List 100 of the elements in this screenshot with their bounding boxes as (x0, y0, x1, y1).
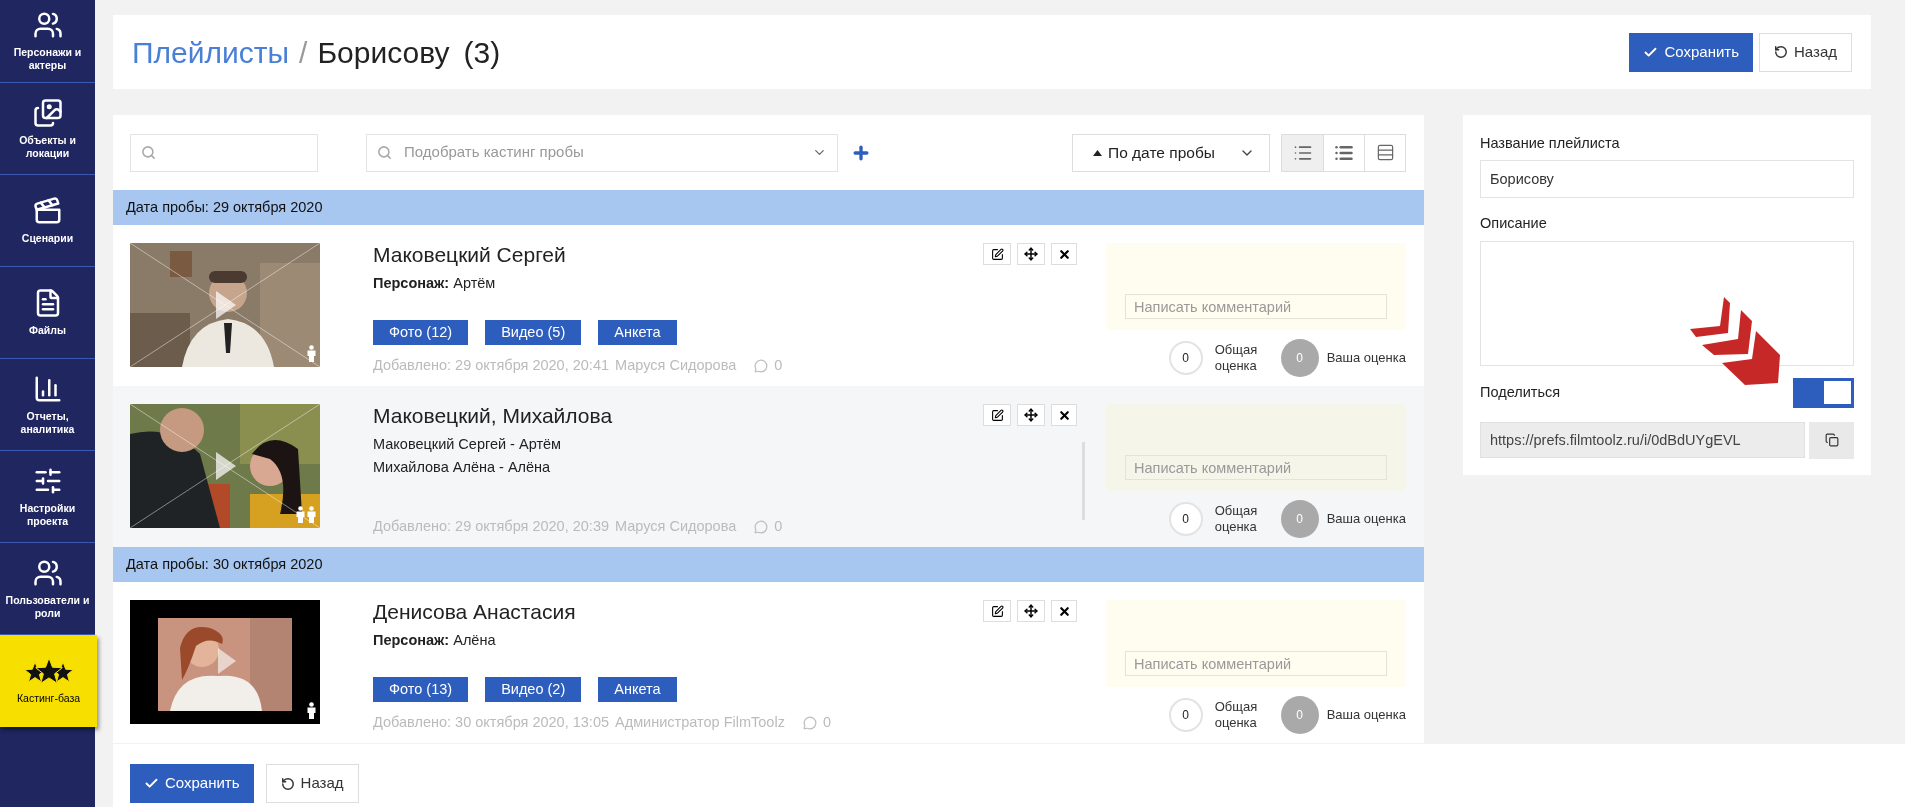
close-icon (1057, 247, 1071, 261)
field-label: Описание (1480, 213, 1548, 233)
sidebar-item[interactable]: Сценарии (0, 175, 95, 267)
sidebar-item[interactable]: Кастинг-база (0, 635, 97, 727)
close-icon (1057, 604, 1071, 618)
date-header: Дата пробы: 30 октября 2020 (113, 547, 1424, 582)
comment-count: 0 (774, 356, 783, 375)
edit-button[interactable] (983, 243, 1011, 265)
copy-button[interactable] (1809, 421, 1854, 459)
move-button[interactable] (1017, 404, 1045, 426)
sidebar-label: Объекты и локации (18, 133, 77, 160)
close-icon (1057, 408, 1071, 422)
entry-line: Персонаж: Артём (373, 274, 497, 293)
entry-link-button[interactable]: Видео (5) (485, 320, 582, 345)
description-field[interactable] (1480, 240, 1854, 366)
copy-icon (1824, 433, 1839, 447)
comment-count: 0 (774, 517, 783, 536)
comment-field[interactable]: Написать комментарий (1125, 294, 1387, 319)
casting-picker-input[interactable]: Подобрать кастинг пробы (404, 141, 800, 164)
move-icon (1024, 604, 1038, 618)
your-rating-label: Ваша оценка (1326, 706, 1406, 725)
comment-count: 0 (822, 713, 831, 732)
sidebar-item[interactable]: Отчеты, аналитика (0, 359, 95, 451)
comment-icon (754, 358, 769, 373)
person-icon (307, 506, 316, 523)
entry-link-button[interactable]: Фото (12) (373, 320, 469, 345)
author-name: Маруся Сидорова (615, 517, 737, 536)
entry-title: Маковецкий, Михайлова (373, 403, 613, 429)
table-icon (1375, 143, 1395, 162)
author-name: Маруся Сидорова (615, 356, 737, 375)
search-field[interactable] (130, 133, 318, 172)
overall-rating-label: Общая оценка (1214, 503, 1259, 535)
sidebar-label: Персонажи и актеры (12, 46, 83, 72)
sidebar-item[interactable]: Персонажи и актеры (0, 0, 95, 83)
added-date: Добавлено: 30 октября 2020, 13:05 (373, 713, 609, 732)
sidebar-item[interactable]: Настройки проекта (0, 451, 95, 543)
breadcrumb-link[interactable]: Плейлисты (132, 29, 290, 75)
added-date: Добавлено: 29 октября 2020, 20:39 (373, 517, 609, 536)
save-button[interactable]: Сохранить (1629, 32, 1753, 72)
entry-link-button[interactable]: Анкета (598, 320, 677, 345)
edit-icon (990, 604, 1004, 618)
entry-line: Маковецкий Сергей - Артём (373, 435, 563, 454)
back-button[interactable]: Назад (1759, 32, 1852, 72)
casting-picker-field[interactable]: Подобрать кастинг пробы (366, 133, 838, 172)
edit-icon (990, 247, 1004, 261)
share-link-field[interactable]: https://prefs.filmtoolz.ru/i/0dBdUYgEVL (1480, 421, 1806, 458)
move-icon (1024, 408, 1038, 422)
sidebar-label: Настройки проекта (18, 501, 77, 528)
person-icon (307, 345, 316, 362)
images-icon (32, 97, 63, 128)
sort-dropdown[interactable]: По дате пробы (1072, 133, 1270, 172)
entry-link-button[interactable]: Видео (2) (485, 677, 582, 702)
breadcrumb-separator: / (299, 34, 308, 71)
move-icon (1024, 247, 1038, 261)
comment-icon (802, 715, 817, 730)
entry-link-button[interactable]: Анкета (598, 677, 677, 702)
sidebar-label: Пользователи и роли (4, 593, 91, 620)
back-button[interactable]: Назад (265, 764, 359, 803)
overall-rating-label: Общая оценка (1214, 699, 1259, 731)
date-header: Дата пробы: 29 октября 2020 (113, 190, 1424, 225)
added-date: Добавлено: 29 октября 2020, 20:41 (373, 356, 609, 375)
author-name: Администратор FilmToolz (615, 713, 785, 732)
playlist-name-field[interactable]: Борисову (1480, 159, 1854, 198)
overall-rating: 0 (1168, 341, 1203, 375)
comment-field[interactable]: Написать комментарий (1125, 651, 1387, 676)
search-icon (377, 145, 392, 160)
move-button[interactable] (1017, 243, 1045, 265)
edit-button[interactable] (983, 600, 1011, 622)
sidebar-label: Кастинг-база (16, 691, 81, 705)
overall-rating-label: Общая оценка (1214, 342, 1259, 374)
people-icon (32, 10, 63, 40)
entry-link-button[interactable]: Фото (13) (373, 677, 469, 702)
edit-button[interactable] (983, 404, 1011, 426)
check-icon (144, 776, 159, 791)
your-rating-label: Ваша оценка (1326, 349, 1406, 368)
share-label: Поделиться (1480, 382, 1561, 402)
sidebar-item[interactable]: Объекты и локации (0, 83, 95, 175)
page-title: Борисову (317, 34, 450, 71)
entry-title: Маковецкий Сергей (373, 242, 566, 268)
sidebar-item[interactable]: Файлы (0, 267, 95, 359)
your-rating-label: Ваша оценка (1326, 510, 1406, 529)
item-count: (3) (463, 34, 501, 71)
delete-button[interactable] (1051, 404, 1077, 426)
entry-line: Михайлова Алёна - Алёна (373, 458, 552, 477)
save-button[interactable]: Сохранить (130, 764, 254, 803)
delete-button[interactable] (1051, 243, 1077, 265)
entry-title: Денисова Анастасия (373, 599, 576, 625)
sidebar-label: Сценарии (21, 232, 74, 245)
clapperboard-icon (32, 196, 63, 226)
comment-field[interactable]: Написать комментарий (1125, 455, 1387, 480)
share-toggle[interactable] (1793, 377, 1854, 408)
delete-button[interactable] (1051, 600, 1077, 622)
person-icon (296, 506, 305, 523)
overall-rating: 0 (1168, 502, 1203, 536)
undo-icon (280, 776, 295, 791)
move-button[interactable] (1017, 600, 1045, 622)
edit-icon (990, 408, 1004, 422)
entry-line: Персонаж: Алёна (373, 631, 497, 650)
comment-icon (754, 519, 769, 534)
view-toggle[interactable] (1282, 134, 1323, 171)
